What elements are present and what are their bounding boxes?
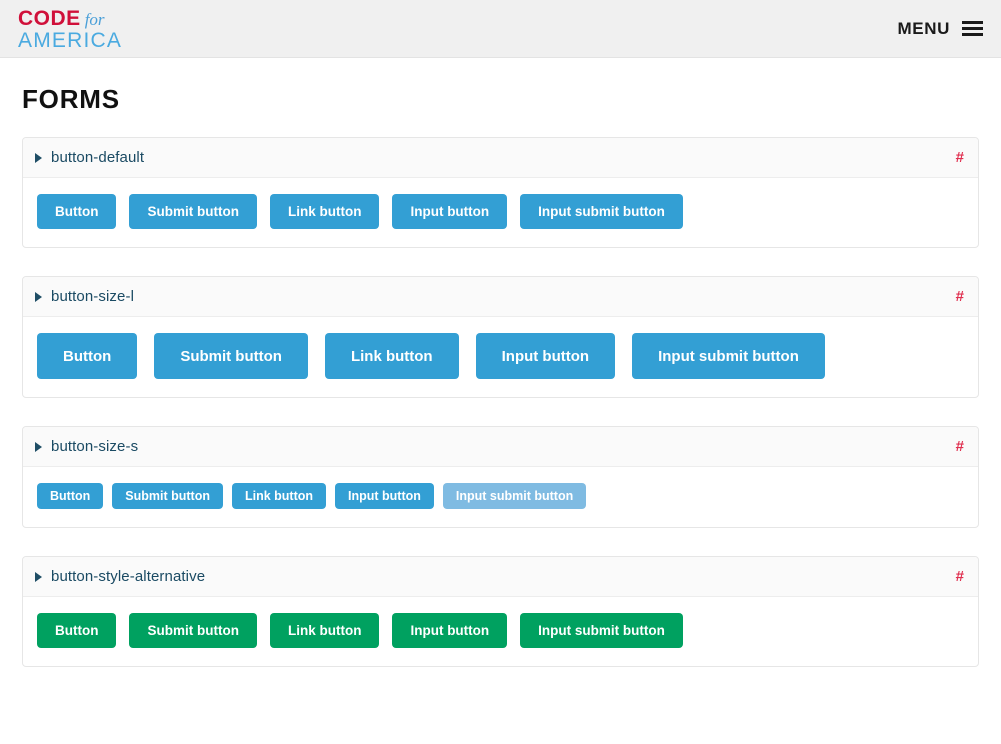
demo-button[interactable]: Button	[37, 613, 117, 648]
disclosure-triangle-icon[interactable]	[35, 291, 42, 302]
demo-button[interactable]: Submit button	[112, 483, 223, 509]
demo-button[interactable]: Link button	[324, 333, 459, 379]
panel-header[interactable]: button-size-l #	[23, 277, 978, 317]
demo-button[interactable]: Link button	[269, 613, 380, 648]
menu-toggle-button[interactable]: MENU	[898, 19, 983, 39]
disclosure-triangle-icon[interactable]	[35, 152, 42, 163]
site-header: CODE for AMERICA MENU	[0, 0, 1001, 58]
demo-button[interactable]: Input button	[335, 483, 434, 509]
panel-title: button-default	[51, 149, 145, 166]
demo-button[interactable]: Button	[37, 333, 138, 379]
panel-anchor-link[interactable]: #	[956, 150, 964, 165]
menu-label: MENU	[897, 18, 950, 38]
logo-for-text: for	[84, 10, 105, 29]
panel-list: button-default # Button Submit button Link b…	[22, 137, 979, 667]
logo-code-text: CODE	[18, 7, 81, 30]
demo-button[interactable]: Link button	[231, 483, 327, 509]
demo-button[interactable]: Input button	[475, 333, 616, 379]
demo-button[interactable]: Input submit button	[632, 333, 825, 379]
panel: button-size-l # Button Submit button Link bu…	[22, 276, 979, 398]
panel: button-size-s # Button Submit button Link bu…	[22, 426, 979, 528]
panel-header[interactable]: button-size-s #	[23, 427, 978, 467]
panel-anchor-link[interactable]: #	[956, 439, 964, 454]
logo-line-1: CODE for	[18, 8, 122, 29]
panel-header[interactable]: button-default #	[23, 138, 978, 178]
panel-anchor-link[interactable]: #	[956, 569, 964, 584]
demo-button[interactable]: Link button	[269, 194, 380, 229]
demo-button[interactable]: Input submit button	[442, 483, 587, 509]
panel-header-left: button-size-s	[35, 438, 138, 455]
demo-button[interactable]: Input button	[392, 194, 508, 229]
demo-button[interactable]: Submit button	[154, 333, 308, 379]
demo-button[interactable]: Input button	[392, 613, 508, 648]
panel-body: Button Submit button Link button Input butt…	[23, 178, 978, 247]
page-title: FORMS	[22, 84, 120, 114]
code-for-america-logo[interactable]: CODE for AMERICA	[18, 6, 122, 51]
panel-title: button-size-s	[51, 438, 139, 455]
disclosure-triangle-icon[interactable]	[35, 441, 42, 452]
main-content: FORMS button-default # Button Submit button…	[0, 84, 1001, 667]
panel-header[interactable]: button-style-alternative #	[23, 557, 978, 597]
demo-button[interactable]: Button	[37, 483, 104, 509]
panel-body: Button Submit button Link button Input butt…	[23, 467, 978, 527]
panel-anchor-link[interactable]: #	[956, 289, 964, 304]
demo-button[interactable]: Input submit button	[520, 194, 683, 229]
panel-header-left: button-style-alternative	[35, 568, 205, 585]
panel-header-left: button-default	[35, 149, 144, 166]
panel-body: Button Submit button Link button Input butt…	[23, 317, 978, 397]
panel-header-left: button-size-l	[35, 288, 134, 305]
demo-button[interactable]: Submit button	[129, 613, 257, 648]
panel-title: button-style-alternative	[51, 568, 206, 585]
panel: button-style-alternative # Button Submit bu…	[22, 556, 979, 667]
demo-button[interactable]: Input submit button	[520, 613, 683, 648]
demo-button[interactable]: Button	[37, 194, 117, 229]
panel-title: button-size-l	[51, 288, 135, 305]
demo-button[interactable]: Submit button	[129, 194, 257, 229]
disclosure-triangle-icon[interactable]	[35, 571, 42, 582]
logo-america-text: AMERICA	[18, 29, 123, 52]
hamburger-icon[interactable]	[962, 21, 983, 36]
panel-body: Button Submit button Link button Input butt…	[23, 597, 978, 666]
panel: button-default # Button Submit button Link b…	[22, 137, 979, 248]
